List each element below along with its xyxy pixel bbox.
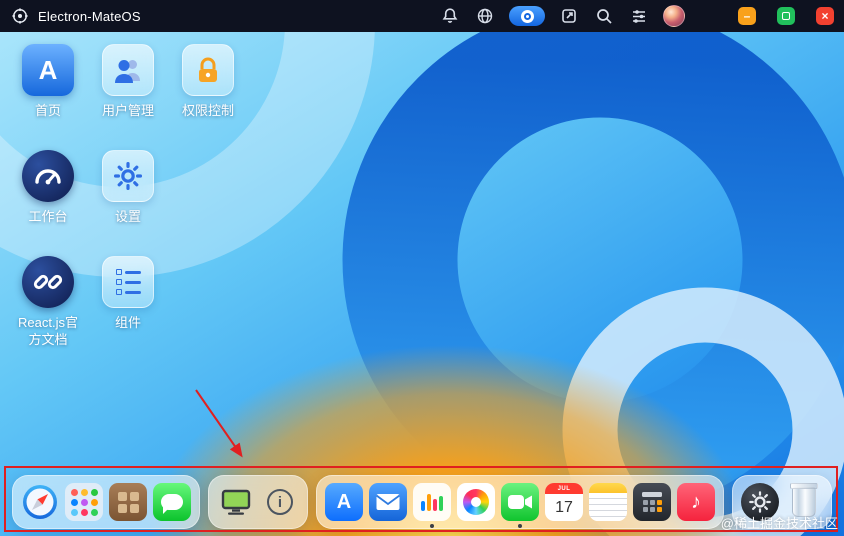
- desktop-icon-user-management[interactable]: 用户管理: [88, 44, 168, 150]
- dock-group-1: [12, 475, 200, 529]
- desktop-icon-settings[interactable]: 设置: [88, 150, 168, 256]
- search-icon[interactable]: [593, 5, 615, 27]
- messages-icon[interactable]: [153, 483, 191, 521]
- settings-sliders-icon[interactable]: [628, 5, 650, 27]
- calculator-icon[interactable]: [633, 483, 671, 521]
- maximize-icon: [782, 12, 790, 20]
- desktop-icon-label: 权限控制: [182, 103, 234, 120]
- desktop-icon-home[interactable]: A 首页: [8, 44, 88, 150]
- screen-display-icon[interactable]: [217, 483, 255, 521]
- notification-bell-icon[interactable]: [439, 5, 461, 27]
- desktop-icon-label: 工作台: [28, 209, 67, 226]
- app-logo-icon: [10, 6, 30, 26]
- desktop-icon-react-docs[interactable]: React.js官方文档: [8, 256, 88, 362]
- mail-icon[interactable]: [369, 483, 407, 521]
- gear-icon: [102, 150, 154, 202]
- facetime-icon[interactable]: [501, 483, 539, 521]
- desktop-icon-label: 首页: [35, 103, 61, 120]
- theme-toggle[interactable]: [509, 6, 545, 26]
- fullscreen-icon[interactable]: [558, 5, 580, 27]
- desktop-icon-label: 组件: [115, 315, 141, 332]
- user-avatar[interactable]: [663, 5, 685, 27]
- maximize-button[interactable]: [777, 7, 795, 25]
- dock-group-3: A JUL 17: [316, 475, 724, 529]
- calendar-month: JUL: [545, 483, 583, 494]
- theme-toggle-icon: [521, 10, 534, 23]
- watermark-text: @稀土掘金技术社区: [721, 513, 838, 532]
- desktop-icon-label: 用户管理: [102, 103, 154, 120]
- music-icon[interactable]: ♪: [677, 483, 715, 521]
- dock-group-2: i: [208, 475, 308, 529]
- photos-icon[interactable]: [457, 483, 495, 521]
- desktop-icon-label: 设置: [115, 209, 141, 226]
- appstore-a-icon: A: [22, 44, 74, 96]
- close-button[interactable]: ×: [816, 7, 834, 25]
- dock: i A JUL 17: [12, 474, 832, 530]
- component-list-icon: [102, 256, 154, 308]
- desktop-icon-components[interactable]: 组件: [88, 256, 168, 362]
- desktop-icon-label: React.js官方文档: [12, 315, 84, 349]
- running-indicator: [430, 524, 434, 528]
- users-icon: [102, 44, 154, 96]
- calendar-icon[interactable]: JUL 17: [545, 483, 583, 521]
- language-globe-icon[interactable]: [474, 5, 496, 27]
- lock-icon: [182, 44, 234, 96]
- activity-bars-icon[interactable]: [413, 483, 451, 521]
- desktop-icon-grid: A 首页 用户管理 权限控制: [8, 44, 248, 362]
- info-icon[interactable]: i: [261, 483, 299, 521]
- launchpad-icon[interactable]: [65, 483, 103, 521]
- desktop-icon-workbench[interactable]: 工作台: [8, 150, 88, 256]
- files-brown-app-icon[interactable]: [109, 483, 147, 521]
- running-indicator: [518, 524, 522, 528]
- app-store-icon[interactable]: A: [325, 483, 363, 521]
- dashboard-gauge-icon: [22, 150, 74, 202]
- link-icon: [22, 256, 74, 308]
- safari-icon[interactable]: [21, 483, 59, 521]
- titlebar: Electron-MateOS: [0, 0, 844, 32]
- calendar-day: 17: [545, 494, 583, 521]
- notes-icon[interactable]: [589, 483, 627, 521]
- minimize-button[interactable]: –: [738, 7, 756, 25]
- desktop-icon-permission-control[interactable]: 权限控制: [168, 44, 248, 150]
- window-title: Electron-MateOS: [38, 9, 141, 24]
